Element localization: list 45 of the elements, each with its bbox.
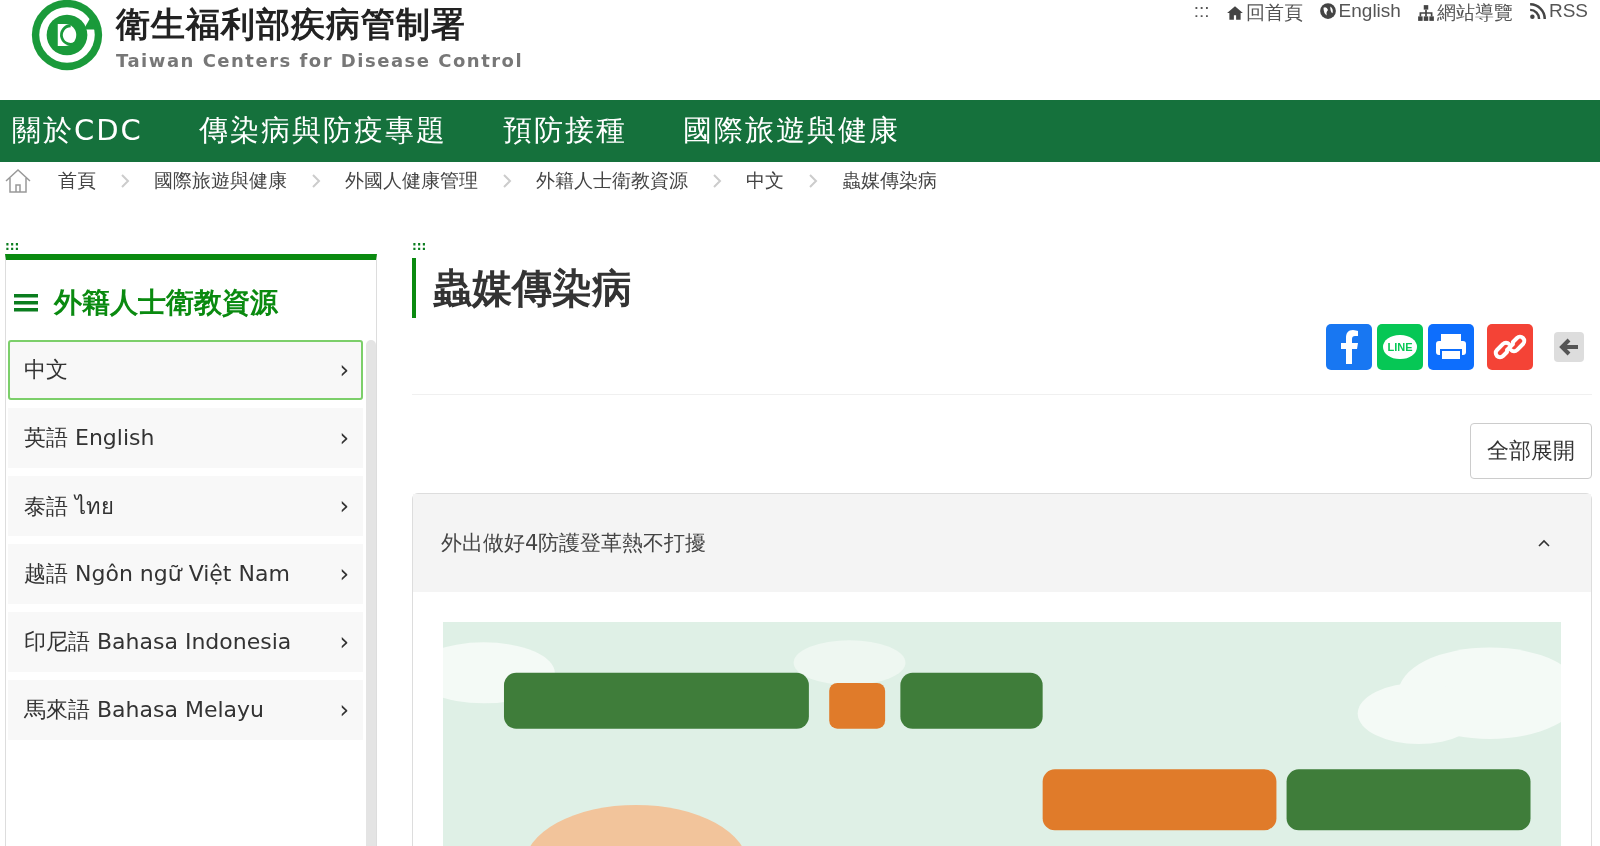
accordion-title: 外出做好4防護登革熱不打擾 [441, 530, 707, 557]
sidebar-item[interactable]: 中文 › [8, 340, 363, 400]
site-subtitle: Taiwan Centers for Disease Control [116, 50, 524, 71]
menu-icon [14, 293, 38, 313]
sidebar-item[interactable]: 越語 Ngôn ngữ Việt Nam › [8, 544, 363, 604]
accordion-header[interactable]: 外出做好4防護登革熱不打擾 [413, 494, 1591, 592]
chevron-icon [311, 173, 321, 189]
header-link[interactable]: 回首頁 [1225, 0, 1303, 26]
chevron-icon [120, 173, 130, 189]
accesskey-link[interactable]: ::: [5, 238, 20, 254]
facebook-icon[interactable] [1326, 324, 1372, 370]
nav-item[interactable]: 關於CDC [12, 111, 143, 151]
sidebar-item[interactable]: 馬來語 Bahasa Melayu › [8, 680, 363, 740]
home-icon [1225, 4, 1244, 22]
sidebar-item[interactable]: 英語 English › [8, 408, 363, 468]
chevron-icon [502, 173, 512, 189]
nav-item[interactable]: 傳染病與防疫專題 [198, 111, 447, 151]
chevron-icon [712, 173, 722, 189]
header-link[interactable]: RSS [1528, 0, 1588, 22]
nav-item[interactable]: 國際旅遊與健康 [682, 111, 900, 151]
breadcrumb-link[interactable]: 中文 [746, 168, 784, 194]
breadcrumb-link[interactable]: 外籍人士衛教資源 [536, 168, 688, 194]
breadcrumb-link[interactable]: 外國人健康管理 [345, 168, 478, 194]
scrollbar[interactable] [366, 340, 376, 846]
link-icon[interactable] [1487, 324, 1533, 370]
page-title: 蟲媒傳染病 [412, 258, 1592, 318]
header-link[interactable]: English [1318, 0, 1401, 22]
sidebar-item[interactable]: 泰語 ไทย › [8, 476, 363, 536]
print-icon[interactable] [1428, 324, 1474, 370]
header-link[interactable]: 網站導覽 [1416, 0, 1513, 26]
rss-icon [1528, 2, 1547, 20]
caret-icon [1537, 538, 1551, 548]
accesskey-link[interactable]: ::: [412, 238, 427, 254]
sitemap-icon [1416, 4, 1435, 22]
breadcrumb-link[interactable]: 國際旅遊與健康 [154, 168, 287, 194]
chevron-icon [808, 173, 818, 189]
breadcrumb-link[interactable]: 蟲媒傳染病 [842, 168, 937, 194]
sidebar-title: 外籍人士衛教資源 [54, 285, 278, 321]
accesskey-link[interactable]: ::: [1193, 0, 1210, 22]
sidebar-item[interactable]: 印尼語 Bahasa Indonesia › [8, 612, 363, 672]
home-icon[interactable] [4, 168, 32, 194]
site-title: 衛生福利部疾病管制署 [116, 3, 467, 46]
nav-item[interactable]: 預防接種 [502, 111, 627, 151]
breadcrumb-link[interactable]: 首頁 [58, 168, 96, 194]
expand-all-button[interactable]: 全部展開 [1470, 423, 1592, 479]
